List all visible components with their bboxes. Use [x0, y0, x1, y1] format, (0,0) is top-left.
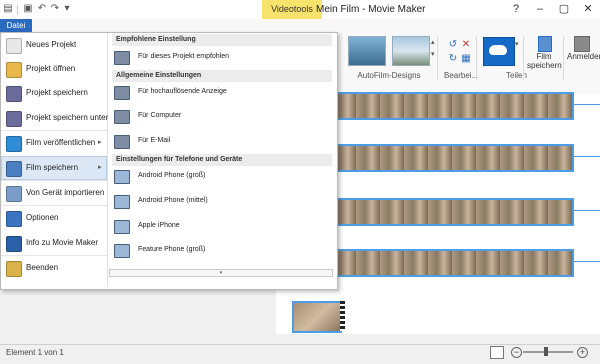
phone-icon [114, 195, 130, 209]
ribbon-divider [563, 36, 564, 80]
clip-thumbnail[interactable] [292, 301, 342, 333]
phone-icon [114, 220, 130, 234]
app-icon[interactable]: ▤ [2, 3, 14, 15]
save-as-icon [6, 111, 22, 127]
submenu-item-label: Apple iPhone [138, 222, 180, 229]
rotate-left-icon[interactable]: ↺ [448, 40, 458, 50]
computer-icon [114, 110, 130, 124]
remove-icon[interactable]: ✕ [461, 40, 471, 50]
select-all-icon[interactable]: ▦ [461, 54, 471, 64]
submenu-section-header: Empfohlene Einstellung [112, 34, 332, 46]
new-project-icon [6, 38, 22, 54]
minimize-button[interactable]: – [528, 0, 552, 19]
device-import-icon [6, 186, 22, 202]
menu-item-label: Film veröffentlichen [26, 138, 96, 147]
menu-item-label: Optionen [26, 213, 59, 222]
submenu-section-header: Allgemeine Einstellungen [112, 70, 332, 82]
videotools-context-tab[interactable]: Videotools [262, 0, 322, 19]
zoom-in-icon[interactable]: + [577, 347, 588, 358]
autofilm-group-label: AutoFilm-Designs [357, 71, 421, 80]
submenu-item-label: Für E-Mail [138, 137, 171, 144]
menu-item-label: Von Gerät importieren [26, 188, 105, 197]
email-icon [114, 135, 130, 149]
zoom-slider-track[interactable] [523, 351, 573, 353]
submenu-arrow-icon: ▸ [98, 139, 102, 146]
share-scroll-icon[interactable]: ▾ [515, 40, 519, 48]
film-save-label: Film speichern [527, 52, 562, 70]
submenu-item-label: Android Phone (mittel) [138, 197, 208, 204]
gallery-scroll-up-icon[interactable]: ▴ [431, 38, 435, 46]
submenu-item-label: Feature Phone (groß) [138, 246, 206, 253]
cloud-icon [489, 45, 507, 55]
globe-icon [6, 136, 22, 152]
menu-item-label: Projekt öffnen [26, 64, 76, 73]
close-button[interactable]: ✕ [576, 0, 600, 19]
menu-item-label: Beenden [26, 263, 59, 272]
phone-icon [114, 244, 130, 258]
save-icon[interactable]: ▣ [22, 3, 34, 15]
submenu-section-header: Einstellungen für Telefone und Geräte [112, 154, 332, 166]
exit-icon [6, 261, 22, 277]
menu-item-label: Projekt speichern [26, 88, 88, 97]
signin-button[interactable]: Anmelden [567, 34, 600, 74]
submenu-arrow-icon: ▸ [98, 164, 102, 171]
save-disk-icon [6, 86, 22, 102]
edit-group-label: Bearbei... [444, 71, 479, 80]
ribbon-divider [523, 36, 524, 80]
view-toggle-button[interactable] [490, 346, 504, 359]
options-checklist-icon [6, 211, 22, 227]
video-clip-strip[interactable] [330, 249, 574, 277]
datei-tab[interactable]: Datei [0, 19, 32, 32]
phone-icon [114, 170, 130, 184]
film-save-button[interactable]: Film speichern [527, 34, 562, 74]
status-text: Element 1 von 1 [6, 348, 64, 357]
status-bar [0, 344, 600, 364]
more-arrow-icon: ▾ [219, 270, 223, 276]
submenu-item-label: Für hochauflösende Anzeige [138, 88, 227, 95]
folder-open-icon [6, 62, 22, 78]
help-button[interactable]: ? [504, 0, 528, 19]
menu-item-label: Film speichern [26, 163, 79, 172]
submenu-item-label: Android Phone (groß) [138, 172, 206, 179]
ribbon-divider [437, 36, 438, 80]
customize-quick-access-icon[interactable]: ▾ [61, 3, 73, 15]
video-clip-strip[interactable] [330, 144, 574, 172]
quick-access-divider [17, 5, 18, 15]
film-perforation [340, 301, 345, 331]
theme-thumbnail[interactable] [392, 36, 430, 66]
submenu-item-label: Für dieses Projekt empfohlen [138, 53, 230, 60]
zoom-slider-thumb[interactable] [544, 347, 548, 356]
menu-item-label: Neues Projekt [26, 40, 77, 49]
maximize-button[interactable]: ▢ [552, 0, 576, 19]
film-save-icon [6, 161, 22, 177]
video-clip-strip[interactable] [330, 92, 574, 120]
gallery-scroll-down-icon[interactable]: ▾ [431, 50, 435, 58]
video-clip-strip[interactable] [330, 198, 574, 226]
info-icon [6, 236, 22, 252]
zoom-out-icon[interactable]: − [511, 347, 522, 358]
redo-icon[interactable]: ↷ [49, 3, 61, 15]
rotate-right-icon[interactable]: ↻ [448, 54, 458, 64]
submenu-item-label: Für Computer [138, 112, 182, 119]
menu-item-label: Projekt speichern unter [26, 113, 109, 122]
ribbon-divider [476, 36, 477, 80]
hd-display-icon [114, 86, 130, 100]
recommended-icon [114, 51, 130, 65]
theme-thumbnail[interactable] [348, 36, 386, 66]
signin-label: Anmelden [567, 52, 600, 61]
menu-item-label: Info zu Movie Maker [26, 238, 99, 247]
window-title: Mein Film - Movie Maker [316, 4, 426, 15]
submenu-more-button[interactable]: ▾ [109, 269, 333, 277]
undo-icon[interactable]: ↶ [36, 3, 48, 15]
